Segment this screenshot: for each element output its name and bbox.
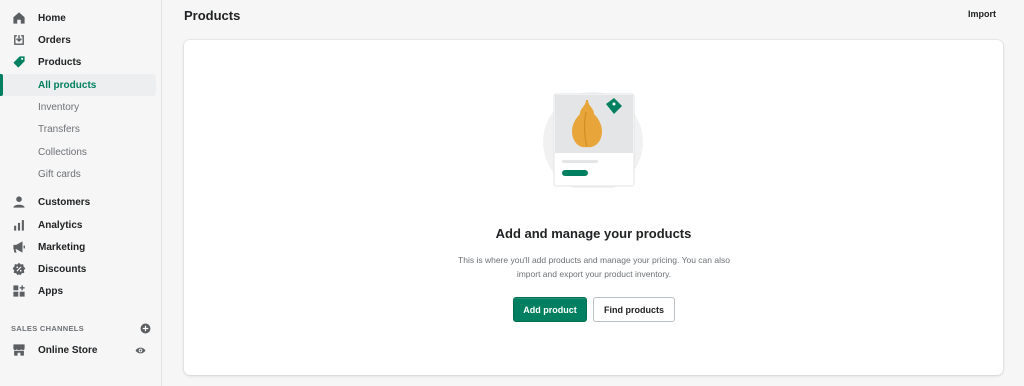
sidebar-subitem-all-products[interactable]: All products (0, 74, 156, 96)
sidebar-item-label: Products (38, 56, 82, 68)
sidebar-item-label: Marketing (38, 241, 86, 253)
sidebar-item-orders[interactable]: Orders (0, 29, 156, 51)
sidebar-item-label: Apps (38, 285, 63, 297)
sidebar-subitem-label: All products (38, 79, 97, 91)
sidebar-subitem-collections[interactable]: Collections (0, 141, 156, 163)
bar-chart-icon (12, 218, 26, 232)
store-icon (12, 343, 26, 357)
sidebar-item-label: Online Store (38, 344, 98, 356)
sidebar-subitem-label: Inventory (38, 101, 80, 113)
sidebar-subitem-label: Gift cards (38, 168, 81, 180)
sidebar-item-online-store[interactable]: Online Store (0, 339, 156, 361)
discount-icon (12, 262, 26, 276)
person-icon (12, 195, 26, 209)
empty-state-description: This is where you'll add products and ma… (458, 255, 730, 279)
sidebar-item-marketing[interactable]: Marketing (0, 236, 156, 258)
sidebar-subitem-label: Transfers (38, 123, 80, 135)
plus-circle-icon[interactable] (140, 323, 151, 334)
sidebar-item-home[interactable]: Home (0, 7, 156, 29)
sidebar-item-apps[interactable]: Apps (0, 280, 156, 302)
sidebar-subitem-inventory[interactable]: Inventory (0, 96, 156, 118)
empty-state-card: Add and manage your products This is whe… (184, 40, 1003, 375)
sidebar-item-label: Home (38, 12, 66, 24)
eye-icon[interactable] (135, 345, 146, 356)
sidebar-item-discounts[interactable]: Discounts (0, 258, 156, 280)
import-button[interactable]: Import (968, 9, 996, 19)
sidebar-subitem-transfers[interactable]: Transfers (0, 118, 156, 140)
sidebar-item-analytics[interactable]: Analytics (0, 214, 156, 236)
sidebar-item-label: Customers (38, 196, 91, 208)
sales-channels-header: SALES CHANNELS (11, 322, 151, 334)
sidebar-item-label: Discounts (38, 263, 87, 275)
megaphone-icon (12, 240, 26, 254)
sidebar-item-label: Orders (38, 34, 71, 46)
empty-state-illustration (542, 92, 646, 192)
orders-icon (12, 33, 26, 47)
find-products-button[interactable]: Find products (593, 297, 675, 322)
apps-icon (12, 284, 26, 298)
sidebar-subitem-label: Collections (38, 146, 87, 158)
sidebar: Home Orders Products All products Invent… (0, 0, 162, 386)
sidebar-item-customers[interactable]: Customers (0, 191, 156, 213)
sidebar-item-label: Analytics (38, 219, 83, 231)
sales-channels-heading: SALES CHANNELS (11, 323, 84, 333)
empty-state-actions: Add product Find products (513, 297, 675, 322)
page-title: Products (184, 8, 241, 23)
home-icon (12, 11, 26, 25)
sidebar-subitem-gift-cards[interactable]: Gift cards (0, 163, 156, 185)
empty-state-heading: Add and manage your products (495, 226, 692, 241)
add-product-button[interactable]: Add product (513, 297, 587, 322)
sidebar-item-products[interactable]: Products (0, 51, 156, 73)
tag-icon (12, 55, 26, 69)
